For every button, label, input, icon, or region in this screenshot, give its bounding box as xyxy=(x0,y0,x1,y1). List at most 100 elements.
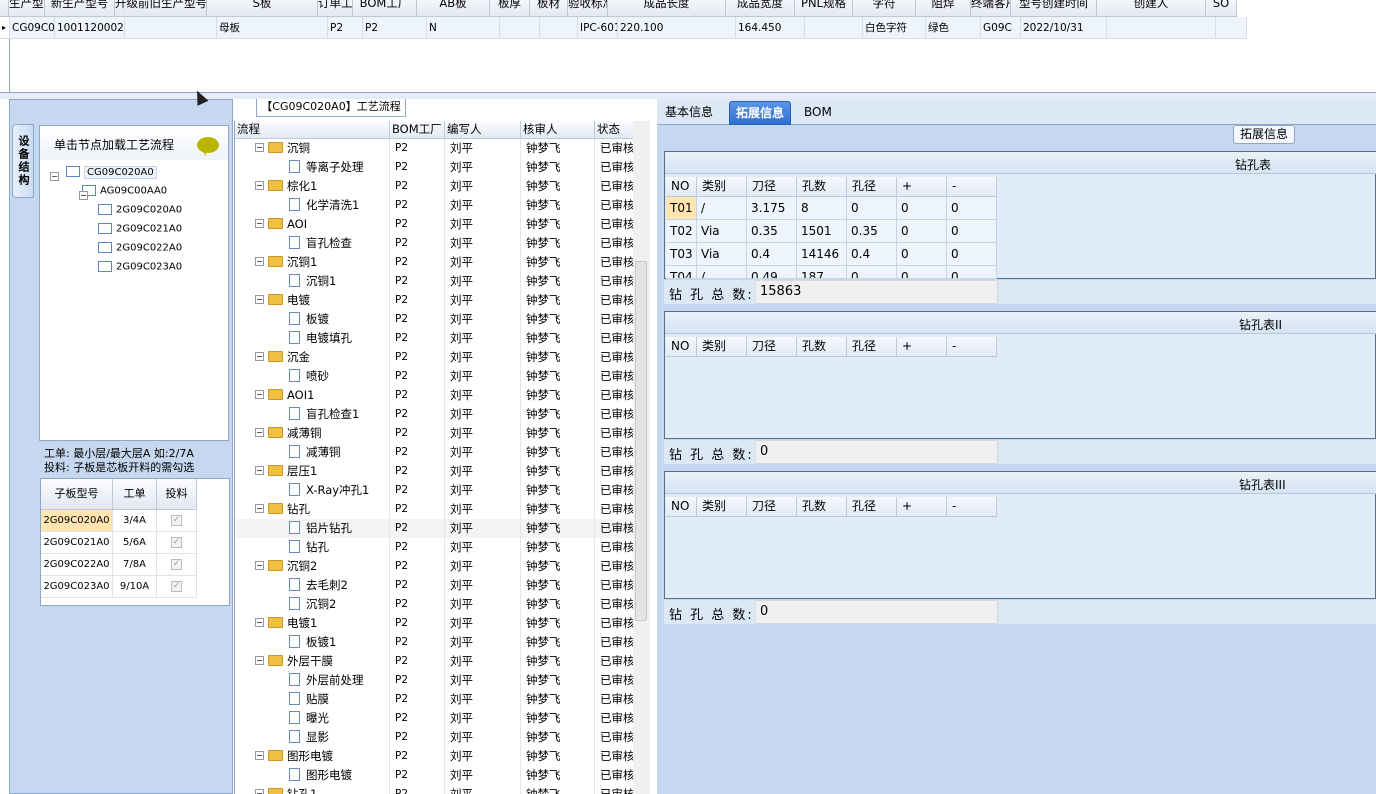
tab-extended[interactable]: 拓展信息 xyxy=(729,101,792,125)
collapse-icon[interactable]: − xyxy=(255,466,264,475)
process-name-cell[interactable]: − 层压1 xyxy=(235,462,390,481)
top-grid-column-header[interactable]: 订单工厂 xyxy=(318,0,353,17)
top-grid-cell[interactable]: P2 xyxy=(363,17,427,39)
top-grid-column-header[interactable]: 成品长度 xyxy=(608,0,726,17)
drill-column-header[interactable]: 孔数 xyxy=(797,337,847,357)
drill-column-header[interactable]: - xyxy=(947,177,997,197)
process-name-cell[interactable]: 贴膜 xyxy=(235,690,390,709)
top-grid-cell[interactable]: IPC-6012 II级 xyxy=(578,17,618,39)
top-grid-column-header[interactable]: 终端客户代码 xyxy=(971,0,1011,17)
drill-column-header[interactable]: - xyxy=(947,497,997,517)
top-grid-row[interactable]: ▸CG09C020A010011200028061母板P2P2NIPC-6012… xyxy=(0,17,1247,39)
process-name-cell[interactable]: − 钻孔1 xyxy=(235,785,390,794)
top-grid-column-header[interactable]: 成品宽度 xyxy=(726,0,795,17)
tab-basic[interactable]: 基本信息 xyxy=(659,101,719,125)
drill-cell[interactable]: 1501 xyxy=(797,220,847,243)
drill-column-header[interactable]: 孔径 xyxy=(847,177,897,197)
drill-column-header[interactable]: + xyxy=(897,497,947,517)
process-row[interactable]: 外层前处理 P2 刘平 钟梦飞 已审核 xyxy=(235,671,635,690)
top-grid-cell[interactable]: N xyxy=(427,17,500,39)
process-name-cell[interactable]: 沉铜1 xyxy=(235,272,390,291)
drill-column-header[interactable]: NO xyxy=(666,497,697,517)
top-grid-column-header[interactable]: 创建人 xyxy=(1097,0,1206,17)
sub-grid-row[interactable]: 2G09C021A0 5/6A ✓ xyxy=(41,532,197,554)
top-grid-column-header[interactable]: AB板 xyxy=(417,0,490,17)
top-grid-column-header[interactable]: SO xyxy=(1206,0,1237,17)
collapse-icon[interactable]: − xyxy=(79,190,88,200)
sub-grid-row[interactable]: 2G09C023A0 9/10A ✓ xyxy=(41,576,197,598)
sub-model-cell[interactable]: 2G09C023A0 xyxy=(41,576,113,598)
top-grid-cell[interactable]: 母板 xyxy=(217,17,328,39)
process-name-cell[interactable]: − 外层干膜 xyxy=(235,652,390,671)
process-name-cell[interactable]: 铝片钻孔 xyxy=(235,519,390,538)
process-row[interactable]: − 钻孔1 P2 刘平 钟梦飞 已审核 xyxy=(235,785,635,794)
process-row[interactable]: 板镀 P2 刘平 钟梦飞 已审核 xyxy=(235,310,635,329)
process-name-cell[interactable]: 喷砂 xyxy=(235,367,390,386)
top-grid-column-header[interactable]: 型号创建时间 xyxy=(1011,0,1097,17)
top-grid-cell[interactable]: 2022/10/31 xyxy=(1021,17,1107,39)
process-row[interactable]: 化学清洗1 P2 刘平 钟梦飞 已审核 xyxy=(235,196,635,215)
drill-column-header[interactable]: 刀径 xyxy=(747,497,797,517)
drill-column-header[interactable]: 孔数 xyxy=(797,177,847,197)
process-name-cell[interactable]: 板镀1 xyxy=(235,633,390,652)
drill-total-field[interactable]: 0 xyxy=(755,440,998,464)
process-name-cell[interactable]: − 沉铜1 xyxy=(235,253,390,272)
drill-cell[interactable]: 14146 xyxy=(797,243,847,266)
process-name-cell[interactable]: 等离子处理 xyxy=(235,158,390,177)
process-name-cell[interactable]: 化学清洗1 xyxy=(235,196,390,215)
collapse-icon[interactable]: − xyxy=(255,561,264,570)
drill-column-header[interactable]: NO xyxy=(666,337,697,357)
drill-column-header[interactable]: 刀径 xyxy=(747,177,797,197)
process-row[interactable]: − 棕化1 P2 刘平 钟梦飞 已审核 xyxy=(235,177,635,196)
process-row[interactable]: 盲孔检查1 P2 刘平 钟梦飞 已审核 xyxy=(235,405,635,424)
top-grid-cell[interactable] xyxy=(500,17,540,39)
drill-cell[interactable]: 8 xyxy=(797,197,847,220)
top-grid-cell[interactable]: 白色字符 xyxy=(863,17,926,39)
process-name-cell[interactable]: − AOI1 xyxy=(235,386,390,405)
top-grid-column-header[interactable]: 新生产型号 xyxy=(45,0,115,17)
sub-model-cell[interactable]: 2G09C021A0 xyxy=(41,532,113,554)
process-row[interactable]: − 沉铜2 P2 刘平 钟梦飞 已审核 xyxy=(235,557,635,576)
process-row[interactable]: 减薄铜 P2 刘平 钟梦飞 已审核 xyxy=(235,443,635,462)
process-row[interactable]: 贴膜 P2 刘平 钟梦飞 已审核 xyxy=(235,690,635,709)
process-name-cell[interactable]: − 减薄铜 xyxy=(235,424,390,443)
top-grid-cell[interactable]: 164.450 xyxy=(736,17,805,39)
process-row[interactable]: 去毛刺2 P2 刘平 钟梦飞 已审核 xyxy=(235,576,635,595)
process-row[interactable]: − 层压1 P2 刘平 钟梦飞 已审核 xyxy=(235,462,635,481)
process-name-cell[interactable]: 外层前处理 xyxy=(235,671,390,690)
top-grid-column-header[interactable]: 字符 xyxy=(853,0,916,17)
process-name-cell[interactable]: 去毛刺2 xyxy=(235,576,390,595)
drill-cell[interactable]: 0 xyxy=(897,243,947,266)
top-grid-column-header[interactable]: 验收标准 xyxy=(568,0,608,17)
drill-cell[interactable]: 0.35 xyxy=(747,220,797,243)
process-row[interactable]: − 外层干膜 P2 刘平 钟梦飞 已审核 xyxy=(235,652,635,671)
sub-order-cell[interactable]: 7/8A xyxy=(113,554,157,576)
top-grid-cell[interactable]: G09C xyxy=(981,17,1021,39)
process-name-cell[interactable]: 显影 xyxy=(235,728,390,747)
drill-cell[interactable]: 0.4 xyxy=(747,243,797,266)
process-name-cell[interactable]: 减薄铜 xyxy=(235,443,390,462)
drill-cell[interactable]: 0 xyxy=(947,243,997,266)
drill-column-header[interactable]: 孔径 xyxy=(847,337,897,357)
sub-grid-row[interactable]: 2G09C020A0 3/4A ✓ xyxy=(41,510,197,532)
collapse-icon[interactable]: − xyxy=(255,143,264,152)
drill-row[interactable]: T01/3.175 8 0 0 0 xyxy=(666,197,997,220)
drill-cell[interactable]: 0.4 xyxy=(847,243,897,266)
process-column-header[interactable]: 流程 xyxy=(235,121,390,139)
feed-checkbox[interactable]: ✓ xyxy=(171,536,182,548)
top-grid-column-header[interactable]: 生产型号 xyxy=(9,0,45,17)
drill-cell[interactable]: / xyxy=(697,197,747,220)
tab-bom[interactable]: BOM xyxy=(798,101,838,125)
top-grid-column-header[interactable]: 升级前旧生产型号 xyxy=(115,0,207,17)
collapse-icon[interactable]: − xyxy=(255,656,264,665)
collapse-icon[interactable]: − xyxy=(255,428,264,437)
process-column-header[interactable]: 编写人 xyxy=(445,121,521,139)
top-grid-cell[interactable]: 10011200028061 xyxy=(55,17,125,39)
process-name-cell[interactable]: − 沉铜2 xyxy=(235,557,390,576)
feed-checkbox[interactable]: ✓ xyxy=(171,514,182,526)
collapse-icon[interactable]: − xyxy=(255,295,264,304)
process-row[interactable]: − 电镀 P2 刘平 钟梦飞 已审核 xyxy=(235,291,635,310)
drill-row[interactable]: T04/0.49 187 0 0 0 xyxy=(666,266,997,279)
top-grid-column-header[interactable]: BOM工厂 xyxy=(353,0,417,17)
drill-column-header[interactable]: 刀径 xyxy=(747,337,797,357)
